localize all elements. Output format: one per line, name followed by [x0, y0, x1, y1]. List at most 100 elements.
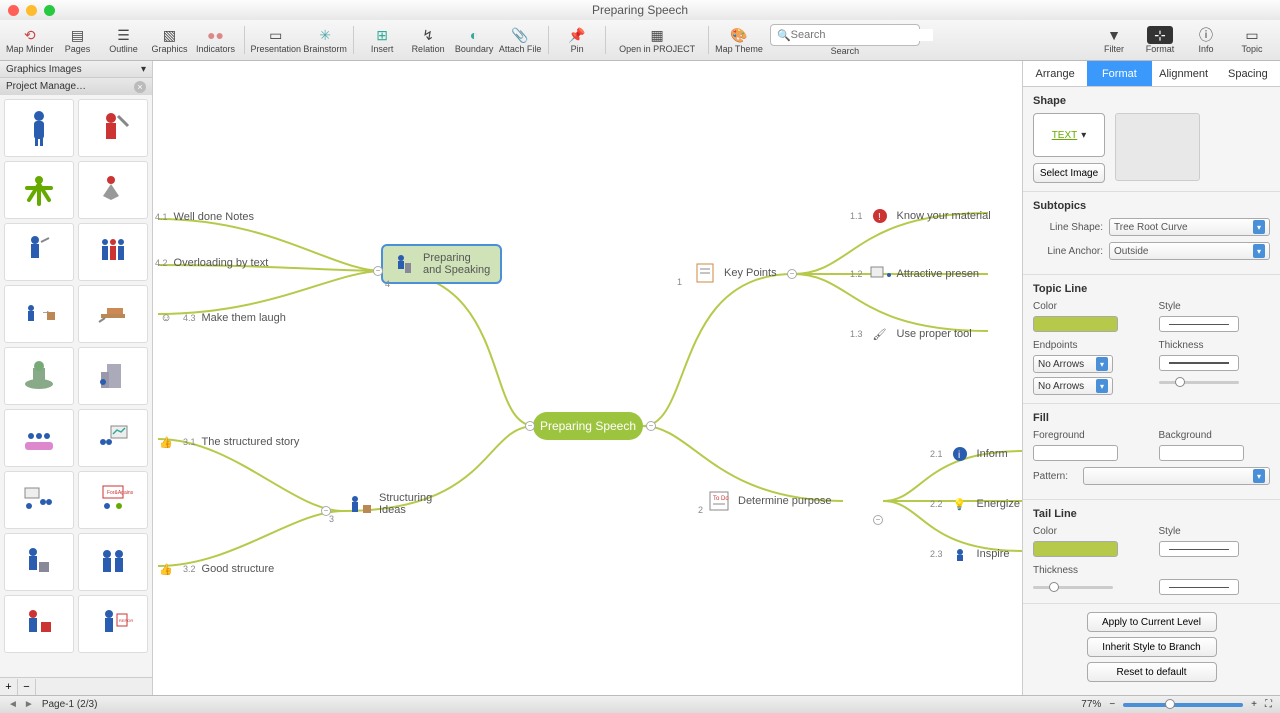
relation-button[interactable]: ↯Relation: [406, 21, 450, 59]
tab-arrange[interactable]: Arrange: [1023, 61, 1087, 86]
close-window-icon[interactable]: [8, 5, 19, 16]
select-image-button[interactable]: Select Image: [1033, 163, 1105, 183]
gallery-item[interactable]: [78, 409, 148, 467]
zoom-out-button[interactable]: −: [18, 679, 36, 695]
color-swatch[interactable]: [1033, 316, 1118, 332]
gallery-item[interactable]: [78, 161, 148, 219]
topic-button[interactable]: ▭Topic: [1230, 21, 1274, 59]
tab-alignment[interactable]: Alignment: [1152, 61, 1216, 86]
style-select[interactable]: [1159, 316, 1239, 332]
shape-dropdown[interactable]: TEXT ▾: [1033, 113, 1105, 157]
collapse-handle[interactable]: −: [373, 266, 383, 276]
reset-default-button[interactable]: Reset to default: [1087, 662, 1217, 682]
sidebar-category-tab[interactable]: Project Manage…×: [0, 78, 152, 95]
gallery-item[interactable]: [4, 223, 74, 281]
filter-button[interactable]: ▼Filter: [1092, 21, 1136, 59]
endpoint-end-select[interactable]: No Arrows▾: [1033, 377, 1113, 395]
zoom-out-button[interactable]: −: [1109, 699, 1115, 710]
zoom-level[interactable]: 77%: [1081, 699, 1101, 710]
gallery-item[interactable]: [78, 285, 148, 343]
topic-well-done-notes[interactable]: 4.1Well done Notes: [155, 211, 254, 223]
gallery-item[interactable]: [78, 347, 148, 405]
sidebar-header[interactable]: Graphics Images▾: [0, 61, 152, 78]
collapse-handle[interactable]: −: [525, 421, 535, 431]
mindmap-canvas[interactable]: Preparing Speech − − Preparing and Speak…: [153, 61, 1022, 695]
indicators-button[interactable]: ●●Indicators: [194, 21, 238, 59]
search-input[interactable]: 🔍: [770, 24, 920, 46]
topic-inspire[interactable]: 2.3Inspire: [930, 543, 1010, 565]
zoom-in-button[interactable]: +: [1251, 699, 1257, 710]
topic-make-them-laugh[interactable]: ☺4.3Make them laugh: [155, 307, 286, 329]
image-well[interactable]: [1115, 113, 1200, 181]
gallery-item[interactable]: →: [4, 285, 74, 343]
close-icon[interactable]: ×: [134, 81, 146, 93]
apply-level-button[interactable]: Apply to Current Level: [1087, 612, 1217, 632]
topic-structuring-ideas[interactable]: Structuring Ideas: [339, 486, 442, 522]
topic-structured-story[interactable]: 👍3.1The structured story: [155, 431, 299, 453]
line-anchor-select[interactable]: Outside▾: [1109, 242, 1270, 260]
info-button[interactable]: ⓘInfo: [1184, 21, 1228, 59]
gallery-item[interactable]: [78, 99, 148, 157]
thickness-slider[interactable]: [1159, 375, 1239, 389]
thickness-preview[interactable]: [1159, 355, 1239, 371]
fit-button[interactable]: ⛶: [1265, 699, 1272, 710]
pages-button[interactable]: ▤Pages: [56, 21, 100, 59]
attach-file-button[interactable]: 📎Attach File: [498, 21, 542, 59]
collapse-handle[interactable]: −: [787, 269, 797, 279]
gallery-item[interactable]: [78, 533, 148, 591]
graphics-button[interactable]: ▧Graphics: [148, 21, 192, 59]
topic-attractive-presentation[interactable]: 1.2Attractive presen: [850, 263, 979, 285]
presentation-button[interactable]: ▭Presentation: [251, 21, 302, 59]
maximize-window-icon[interactable]: [44, 5, 55, 16]
background-swatch[interactable]: [1159, 445, 1244, 461]
minimize-window-icon[interactable]: [26, 5, 37, 16]
gallery-item[interactable]: [4, 595, 74, 653]
topic-use-proper-tool[interactable]: 1.3🖌Use proper tool: [850, 323, 972, 345]
topic-know-material[interactable]: 1.1!Know your material: [850, 205, 991, 227]
open-project-button[interactable]: ▦Open in PROJECT: [612, 21, 702, 59]
zoom-in-button[interactable]: +: [0, 679, 18, 695]
gallery-item[interactable]: [4, 161, 74, 219]
tab-format[interactable]: Format: [1087, 61, 1151, 86]
gallery-item[interactable]: For&Against: [78, 471, 148, 529]
zoom-slider[interactable]: [1123, 703, 1243, 707]
topic-inform[interactable]: 2.1iInform: [930, 443, 1008, 465]
central-topic[interactable]: Preparing Speech: [533, 412, 643, 440]
insert-button[interactable]: ⊞Insert: [360, 21, 404, 59]
endpoint-start-select[interactable]: No Arrows▾: [1033, 355, 1113, 373]
page-indicator[interactable]: Page-1 (2/3): [42, 699, 98, 710]
tab-spacing[interactable]: Spacing: [1216, 61, 1280, 86]
topic-key-points[interactable]: Key Points: [684, 256, 787, 290]
gallery-item[interactable]: [4, 409, 74, 467]
gallery-item[interactable]: [4, 471, 74, 529]
topic-preparing-speaking[interactable]: Preparing and Speaking: [381, 244, 502, 284]
boundary-button[interactable]: ◐Boundary: [452, 21, 496, 59]
gallery-item[interactable]: [78, 223, 148, 281]
gallery-item[interactable]: [4, 99, 74, 157]
collapse-handle[interactable]: −: [873, 515, 883, 525]
tail-thickness-slider[interactable]: [1033, 580, 1113, 594]
outline-button[interactable]: ☰Outline: [102, 21, 146, 59]
map-theme-button[interactable]: 🎨Map Theme: [715, 21, 763, 59]
inherit-style-button[interactable]: Inherit Style to Branch: [1087, 637, 1217, 657]
topic-energize[interactable]: 2.2💡Energize: [930, 493, 1020, 515]
gallery-item[interactable]: [4, 533, 74, 591]
line-shape-select[interactable]: Tree Root Curve▾: [1109, 218, 1270, 236]
prev-page-button[interactable]: ◄: [8, 699, 18, 710]
format-button[interactable]: ⊹Format: [1138, 21, 1182, 59]
topic-overloading-text[interactable]: 4.2Overloading by text: [155, 257, 268, 269]
collapse-handle[interactable]: −: [321, 506, 331, 516]
tail-color-swatch[interactable]: [1033, 541, 1118, 557]
tail-style-select[interactable]: [1159, 541, 1239, 557]
map-minder-button[interactable]: ⟲Map Minder: [6, 21, 54, 59]
gallery-item[interactable]: REPORT: [78, 595, 148, 653]
topic-good-structure[interactable]: 👍3.2Good structure: [155, 558, 274, 580]
foreground-swatch[interactable]: [1033, 445, 1118, 461]
collapse-handle[interactable]: −: [646, 421, 656, 431]
topic-determine-purpose[interactable]: To Do Determine purpose: [698, 484, 842, 518]
tail-thickness-preview[interactable]: [1159, 579, 1239, 595]
gallery-item[interactable]: [4, 347, 74, 405]
pattern-select[interactable]: ▾: [1083, 467, 1270, 485]
next-page-button[interactable]: ►: [24, 699, 34, 710]
pin-button[interactable]: 📌Pin: [555, 21, 599, 59]
